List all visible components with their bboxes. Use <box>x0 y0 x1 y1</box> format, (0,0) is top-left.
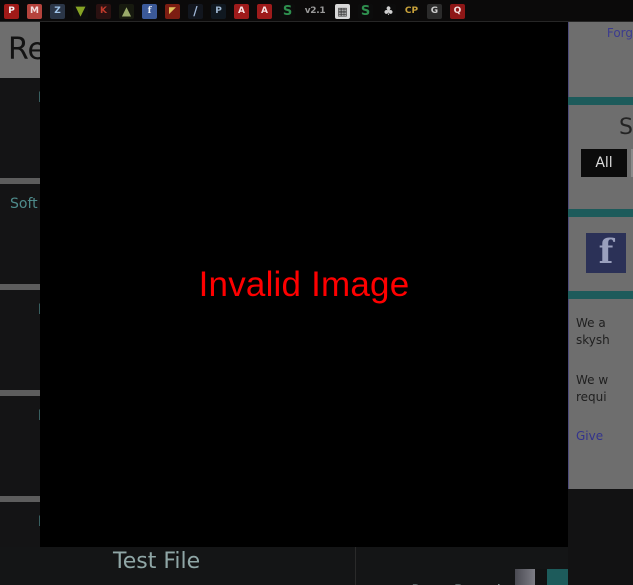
search-filter-tabs: All 1 <box>581 149 633 177</box>
acrobat-reader-icon[interactable]: A <box>254 3 275 19</box>
acrobat-glyph: A <box>234 3 249 19</box>
tree-icon[interactable]: ♣ <box>378 3 399 19</box>
about-line-1: We a <box>576 316 606 330</box>
caption-title: Test File <box>113 549 201 574</box>
about-card: We a skysh We w requi Give <box>568 299 633 489</box>
cloud-icon[interactable]: ▲ <box>116 3 137 19</box>
screen: P M Z ▼ K ▲ f ◤ / P A A S v2.1 ▦ S ♣ CP … <box>0 0 633 585</box>
slash-glyph: / <box>188 3 203 19</box>
cloud-glyph: ▲ <box>119 3 134 19</box>
pinterest-icon[interactable]: P <box>1 3 22 19</box>
kite-glyph: K <box>96 3 111 19</box>
version-label: v2.1 <box>300 3 330 19</box>
green-arrow-icon[interactable]: ▼ <box>70 3 91 19</box>
q-glyph: Q <box>450 3 465 19</box>
login-card: Forg <box>568 22 633 97</box>
gmail-icon[interactable]: M <box>24 3 45 19</box>
skype-alt-glyph: S <box>358 3 373 19</box>
rail-edge-strip <box>547 569 568 585</box>
z-app-glyph: Z <box>50 3 65 19</box>
p-app-glyph: P <box>211 3 226 19</box>
kite-icon[interactable]: K <box>93 3 114 19</box>
caption-divider <box>355 547 356 585</box>
skype-icon[interactable]: S <box>277 3 298 19</box>
card-separator <box>568 97 633 105</box>
about-line-4: requi <box>576 390 607 404</box>
green-arrow-glyph: ▼ <box>73 3 88 19</box>
facebook-icon[interactable]: f <box>586 233 626 273</box>
forgot-password-link[interactable]: Forg <box>607 26 633 40</box>
flag-icon[interactable]: ◤ <box>162 3 183 19</box>
list-item-title: Soft <box>10 196 38 212</box>
about-line-3: We w <box>576 373 609 387</box>
bluestacks-glyph: ▦ <box>335 3 350 19</box>
pinterest-glyph: P <box>4 3 19 19</box>
caption-band: Test File <box>0 547 568 585</box>
about-paragraph-2: We w requi <box>576 372 633 406</box>
gmail-glyph: M <box>27 3 42 19</box>
skype-glyph: S <box>280 3 295 19</box>
tree-glyph: ♣ <box>381 3 396 19</box>
bluestacks-icon[interactable]: ▦ <box>332 3 353 19</box>
scrollbar-track[interactable] <box>515 569 535 585</box>
facebook-glyph: f <box>142 3 157 19</box>
about-line-2: skysh <box>576 333 610 347</box>
social-card: f <box>568 217 633 291</box>
g-icon[interactable]: G <box>424 3 445 19</box>
give-feedback-link[interactable]: Give <box>576 429 603 443</box>
invalid-image-message: Invalid Image <box>198 264 410 304</box>
acrobat-reader-glyph: A <box>257 3 272 19</box>
taskbar: P M Z ▼ K ▲ f ◤ / P A A S v2.1 ▦ S ♣ CP … <box>0 0 633 22</box>
q-icon[interactable]: Q <box>447 3 468 19</box>
z-app-icon[interactable]: Z <box>47 3 68 19</box>
invalid-image-overlay: Invalid Image <box>40 22 568 547</box>
p-app-icon[interactable]: P <box>208 3 229 19</box>
acrobat-icon[interactable]: A <box>231 3 252 19</box>
search-card-title: S <box>619 115 633 140</box>
right-rail: Forg S All 1 f We a skysh We w requi Giv… <box>568 22 633 585</box>
skype-alt-icon[interactable]: S <box>355 3 376 19</box>
card-separator <box>568 291 633 299</box>
g-glyph: G <box>427 3 442 19</box>
card-separator <box>568 209 633 217</box>
version-text: v2.1 <box>304 5 326 16</box>
search-card: S All 1 <box>568 105 633 209</box>
scrollbar-gutter <box>535 569 547 585</box>
facebook-icon[interactable]: f <box>139 3 160 19</box>
flag-glyph: ◤ <box>165 3 180 19</box>
about-paragraph-1: We a skysh <box>576 315 633 349</box>
tab-all[interactable]: All <box>581 149 627 177</box>
cp-glyph: CP <box>404 3 419 19</box>
cp-icon[interactable]: CP <box>401 3 422 19</box>
slash-icon[interactable]: / <box>185 3 206 19</box>
